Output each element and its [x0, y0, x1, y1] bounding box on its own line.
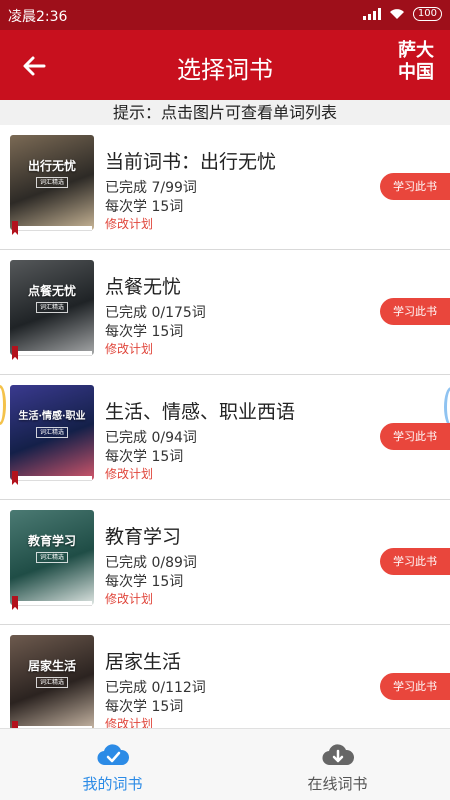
book-cover[interactable]: 出行无忧 词汇精选	[10, 135, 94, 230]
book-cover[interactable]: 点餐无忧 词汇精选	[10, 260, 94, 355]
book-row: 居家生活 词汇精选 居家生活 已完成 0/112词 每次学 15词 修改计划 学…	[0, 625, 450, 728]
book-progress: 已完成 0/89词	[105, 555, 197, 571]
book-progress: 已完成 7/99词	[105, 180, 197, 196]
status-bar: 凌晨2:36 100	[0, 0, 450, 30]
book-per-session: 每次学 15词	[105, 699, 184, 715]
book-list[interactable]: 出行无忧 词汇精选 当前词书：出行无忧 已完成 7/99词 每次学 15词 修改…	[0, 125, 450, 728]
book-progress: 已完成 0/94词	[105, 430, 197, 446]
status-time: 凌晨2:36	[8, 9, 68, 25]
status-icons: 100	[362, 7, 442, 21]
book-per-session: 每次学 15词	[105, 574, 184, 590]
book-per-session: 每次学 15词	[105, 199, 184, 215]
logo-line-1: 萨大	[398, 40, 434, 61]
decoration-ring	[444, 387, 450, 427]
book-spine	[18, 226, 92, 231]
study-book-button[interactable]: 学习此书	[380, 173, 450, 200]
app-bar: 选择词书 萨大 中国	[0, 30, 450, 100]
book-cover[interactable]: 教育学习 词汇精选	[10, 510, 94, 605]
book-row: 点餐无忧 词汇精选 点餐无忧 已完成 0/175词 每次学 15词 修改计划 学…	[0, 250, 450, 375]
book-spine	[18, 601, 92, 606]
tab-online-books[interactable]: 在线词书	[225, 729, 450, 800]
cover-title: 教育学习	[27, 534, 76, 548]
book-name: 生活、情感、职业西语	[105, 401, 296, 423]
signal-icon	[362, 8, 381, 20]
book-spine	[18, 476, 92, 481]
cover-title: 居家生活	[27, 659, 76, 673]
cover-badge: 词汇精选	[36, 302, 68, 313]
hint-text: 提示：点击图片可查看单词列表	[0, 100, 450, 125]
cover-badge: 词汇精选	[36, 177, 68, 188]
cover-badge: 词汇精选	[36, 677, 68, 688]
book-spine	[18, 351, 92, 356]
edit-plan-link[interactable]: 修改计划	[105, 715, 153, 728]
cover-title: 出行无忧	[27, 159, 76, 173]
battery-icon: 100	[412, 7, 442, 21]
edit-plan-link[interactable]: 修改计划	[105, 590, 153, 607]
book-row: 教育学习 词汇精选 教育学习 已完成 0/89词 每次学 15词 修改计划 学习…	[0, 500, 450, 625]
book-name: 当前词书：出行无忧	[105, 151, 277, 173]
book-name: 教育学习	[105, 526, 182, 548]
study-book-button[interactable]: 学习此书	[380, 548, 450, 575]
bottom-tab-bar: 我的词书 在线词书	[0, 728, 450, 800]
page-title: 选择词书	[177, 56, 273, 84]
book-row: 生活·情感·职业 词汇精选 生活、情感、职业西语 已完成 0/94词 每次学 1…	[0, 375, 450, 500]
book-cover[interactable]: 居家生活 词汇精选	[10, 635, 94, 728]
study-book-button[interactable]: 学习此书	[380, 673, 450, 700]
edit-plan-link[interactable]: 修改计划	[105, 465, 153, 482]
book-progress: 已完成 0/112词	[105, 680, 206, 696]
study-book-button[interactable]: 学习此书	[380, 423, 450, 450]
cover-badge: 词汇精选	[36, 427, 68, 438]
book-per-session: 每次学 15词	[105, 449, 184, 465]
cloud-check-icon	[97, 744, 129, 766]
cloud-download-icon	[322, 744, 354, 766]
edit-plan-link[interactable]: 修改计划	[105, 340, 153, 357]
cover-title: 点餐无忧	[27, 284, 76, 298]
book-cover[interactable]: 生活·情感·职业 词汇精选	[10, 385, 94, 480]
tab-my-books[interactable]: 我的词书	[0, 729, 225, 800]
study-book-button[interactable]: 学习此书	[380, 298, 450, 325]
book-row: 出行无忧 词汇精选 当前词书：出行无忧 已完成 7/99词 每次学 15词 修改…	[0, 125, 450, 250]
book-progress: 已完成 0/175词	[105, 305, 206, 321]
book-name: 点餐无忧	[105, 276, 182, 298]
book-per-session: 每次学 15词	[105, 324, 184, 340]
decoration-ring	[0, 385, 6, 425]
tab-label: 我的词书	[82, 775, 143, 793]
cover-badge: 词汇精选	[36, 552, 68, 563]
app-logo: 萨大 中国	[394, 40, 438, 84]
edit-plan-link[interactable]: 修改计划	[105, 215, 153, 232]
cover-title: 生活·情感·职业	[18, 411, 86, 422]
book-name: 居家生活	[105, 651, 182, 673]
tab-label: 在线词书	[307, 775, 368, 793]
wifi-icon	[389, 9, 404, 19]
logo-line-2: 中国	[398, 62, 434, 83]
